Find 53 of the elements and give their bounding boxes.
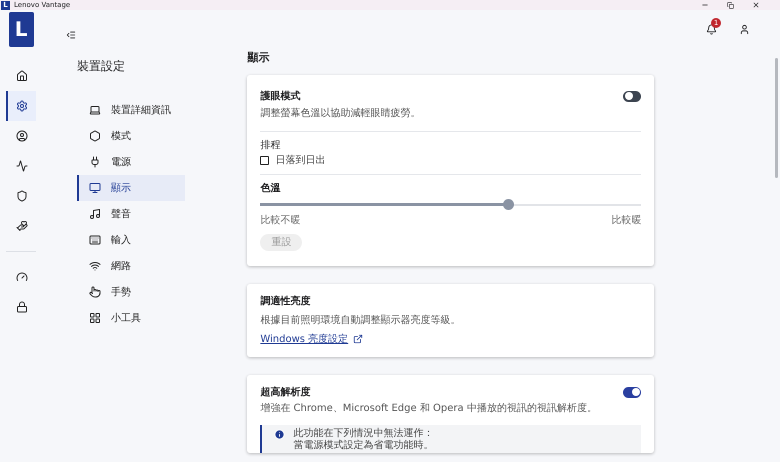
card-description: 調整螢幕色溫以協助減輕眼睛疲勞。 (260, 106, 422, 120)
plug-icon (89, 156, 102, 168)
home-icon (16, 70, 28, 82)
nav-title: 裝置設定 (77, 58, 126, 75)
settings-icon (16, 100, 28, 112)
shield-icon (16, 190, 28, 202)
toggle-switch[interactable] (623, 386, 642, 398)
card-description: 增強在 Chrome、Microsoft Edge 和 Opera 中播放的視訊的視訊解析度。 (260, 402, 598, 416)
card-title: 超高解析度 (260, 385, 310, 400)
nav-item[interactable]: 模式 (77, 123, 186, 149)
nav-item[interactable]: 網路 (77, 253, 186, 279)
slider-max-label: 比較暖 (611, 214, 642, 228)
card-description: 根據目前照明環境自動調整顯示器亮度等級。 (260, 314, 462, 328)
nav-item[interactable]: 小工具 (77, 305, 186, 331)
slider-min-label: 比較不暖 (260, 214, 300, 228)
rail-button[interactable] (6, 91, 36, 121)
activity-icon (16, 160, 28, 172)
notification-bell-icon[interactable] (706, 24, 718, 35)
brightness-settings-link[interactable]: Windows 亮度設定 (260, 332, 364, 346)
close-icon[interactable] (752, 1, 760, 9)
monitor-icon (89, 182, 102, 194)
grid-icon (89, 312, 102, 324)
card-title: 護眼模式 (260, 90, 300, 104)
external-link-icon (353, 334, 364, 344)
hand-pointer-icon (89, 286, 102, 298)
schedule-label: 排程 (260, 138, 282, 152)
nav-item[interactable]: 聲音 (77, 201, 186, 227)
music-note-icon (89, 208, 102, 220)
user-circle-icon (16, 130, 28, 142)
color-temperature-label: 色溫 (260, 182, 282, 196)
hexagon-icon (89, 130, 102, 142)
nav-item[interactable]: 裝置詳細資訊 (77, 97, 186, 123)
info-text: 此功能在下列情況中無法運作： (293, 428, 434, 440)
info-icon (274, 428, 286, 440)
restore-icon[interactable] (727, 2, 734, 8)
nav-item[interactable]: 輸入 (77, 227, 186, 253)
collapse-menu-icon[interactable] (66, 30, 76, 40)
gauge-icon (16, 271, 28, 283)
card-title: 調適性亮度 (260, 294, 312, 308)
toggle-switch[interactable] (623, 90, 642, 102)
nav-item[interactable]: 手勢 (77, 279, 186, 305)
hand-heart-icon (16, 220, 28, 232)
laptop-icon (89, 104, 102, 116)
color-temperature-slider[interactable] (260, 198, 642, 210)
keyboard-icon (89, 234, 102, 246)
account-icon[interactable] (739, 24, 750, 35)
lock-icon (16, 301, 28, 313)
app-logo[interactable]: L (8, 12, 34, 47)
schedule-checkbox[interactable]: 日落到日出 (260, 152, 642, 168)
info-text: 當電源模式設定為省電功能時。 (293, 440, 434, 452)
nav-item[interactable]: 顯示 (77, 175, 186, 201)
nav-item[interactable]: 電源 (77, 149, 186, 175)
page-title: 顯示 (247, 50, 270, 66)
